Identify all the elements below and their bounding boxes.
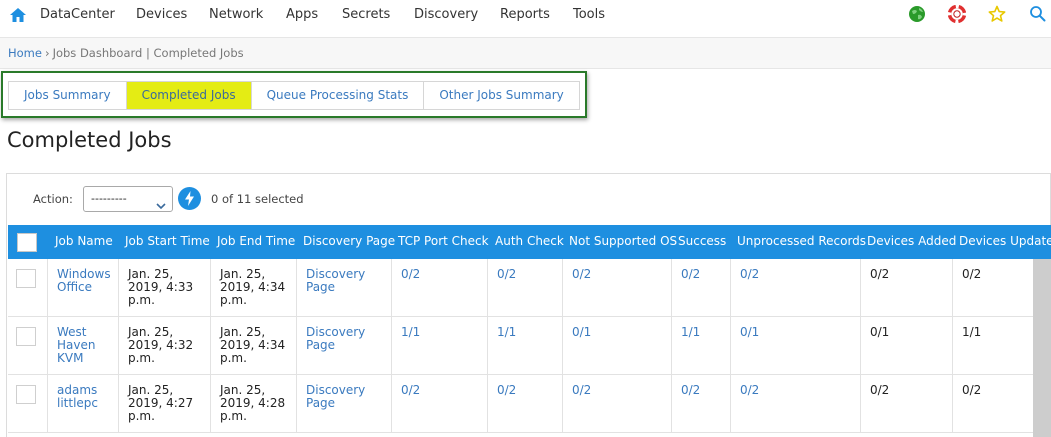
not-supported-value[interactable]: 0/2 <box>572 384 591 397</box>
nav-network[interactable]: Network <box>209 7 263 22</box>
job-name-link[interactable]: Windows Office <box>57 268 111 294</box>
start-time-cell: Jan. 25, 2019, 4:27 p.m. <box>119 375 211 433</box>
jobs-panel: Action: --------- 0 of 11 selected Job N… <box>6 173 1051 437</box>
nav-reports[interactable]: Reports <box>500 7 550 22</box>
run-action-button[interactable] <box>178 187 201 210</box>
devices-updated-value: 0/2 <box>962 383 982 397</box>
chevron-down-icon <box>156 195 166 210</box>
success-value[interactable]: 0/2 <box>681 384 700 397</box>
auth-check-value[interactable]: 0/2 <box>497 384 516 397</box>
devices-updated-value: 0/2 <box>962 267 982 281</box>
discovery-page-link[interactable]: Discovery Page <box>306 268 365 294</box>
auth-check-value[interactable]: 0/2 <box>497 268 516 281</box>
top-navbar: DataCenter Devices Network Apps Secrets … <box>0 0 1051 31</box>
selection-status: 0 of 11 selected <box>211 192 304 206</box>
action-label: Action: <box>33 192 73 206</box>
tab-completed-jobs[interactable]: Completed Jobs <box>126 82 252 109</box>
action-select[interactable]: --------- <box>83 186 173 212</box>
star-icon[interactable] <box>988 5 1006 23</box>
end-time-cell: Jan. 25, 2019, 4:28 p.m. <box>211 375 297 433</box>
col-tcp-port-check[interactable]: TCP Port Check <box>398 234 489 248</box>
col-discovery-page[interactable]: Discovery Page <box>303 234 395 248</box>
col-devices-added[interactable]: Devices Added <box>867 234 956 248</box>
devices-added-value: 0/2 <box>870 383 890 397</box>
col-auth-check[interactable]: Auth Check <box>495 234 564 248</box>
lifebuoy-icon[interactable] <box>947 4 967 24</box>
discovery-page-cell: Discovery Page <box>297 375 392 433</box>
col-not-supported-os[interactable]: Not Supported OS <box>569 234 677 248</box>
nav-secrets[interactable]: Secrets <box>342 7 390 22</box>
tab-other-jobs-summary[interactable]: Other Jobs Summary <box>424 82 578 109</box>
start-time-cell: Jan. 25, 2019, 4:33 p.m. <box>119 259 211 317</box>
end-time-cell: Jan. 25, 2019, 4:34 p.m. <box>211 259 297 317</box>
start-time-cell: Jan. 25, 2019, 4:32 p.m. <box>119 317 211 375</box>
unprocessed-value[interactable]: 0/2 <box>740 384 759 397</box>
success-value[interactable]: 0/2 <box>681 268 700 281</box>
not-supported-value[interactable]: 0/1 <box>572 326 591 339</box>
table-row[interactable]: Windows Office Jan. 25, 2019, 4:33 p.m. Jan… <box>8 259 1051 317</box>
search-icon[interactable] <box>1029 5 1047 23</box>
breadcrumb-separator: › <box>44 46 50 60</box>
col-job-start-time[interactable]: Job Start Time <box>125 234 210 248</box>
discovery-page-link[interactable]: Discovery Page <box>306 326 365 352</box>
select-all-checkbox[interactable] <box>17 233 37 252</box>
not-supported-value[interactable]: 0/2 <box>572 268 591 281</box>
row-checkbox-cell <box>8 259 48 317</box>
breadcrumb-bar: Home › Jobs Dashboard | Completed Jobs <box>0 37 1051 69</box>
job-name-cell: adams littlepc <box>48 375 119 433</box>
tab-jobs-summary[interactable]: Jobs Summary <box>9 82 127 109</box>
page-title: Completed Jobs <box>7 128 172 152</box>
tab-bar: Jobs Summary Completed Jobs Queue Proces… <box>8 81 580 110</box>
job-name-cell: Windows Office <box>48 259 119 317</box>
breadcrumb-home-link[interactable]: Home <box>8 46 42 60</box>
nav-tools[interactable]: Tools <box>573 7 605 22</box>
col-job-end-time[interactable]: Job End Time <box>217 234 295 248</box>
table-header: Job Name Job Start Time Job End Time Dis… <box>8 225 1051 259</box>
row-checkbox-cell <box>8 317 48 375</box>
devices-added-value: 0/1 <box>870 325 890 339</box>
lightning-icon <box>185 191 194 206</box>
row-checkbox-cell <box>8 375 48 433</box>
breadcrumb: Home › Jobs Dashboard | Completed Jobs <box>8 46 244 60</box>
table-row[interactable]: adams littlepc Jan. 25, 2019, 4:27 p.m. Jan… <box>8 375 1051 433</box>
tabs-highlight-box: Jobs Summary Completed Jobs Queue Proces… <box>1 71 587 118</box>
end-time-cell: Jan. 25, 2019, 4:34 p.m. <box>211 317 297 375</box>
job-name-cell: West Haven KVM <box>48 317 119 375</box>
discovery-page-cell: Discovery Page <box>297 317 392 375</box>
globe-icon[interactable] <box>908 5 926 23</box>
nav-apps[interactable]: Apps <box>286 7 318 22</box>
row-checkbox[interactable] <box>16 385 36 404</box>
tcp-port-check-value[interactable]: 0/2 <box>401 384 420 397</box>
col-job-name[interactable]: Job Name <box>55 234 113 248</box>
nav-devices[interactable]: Devices <box>136 7 187 22</box>
action-select-value: --------- <box>91 192 127 205</box>
job-name-link[interactable]: adams littlepc <box>57 384 98 410</box>
home-icon[interactable] <box>9 6 27 24</box>
nav-datacenter[interactable]: DataCenter <box>40 7 115 22</box>
tcp-port-check-value[interactable]: 1/1 <box>401 326 420 339</box>
row-checkbox[interactable] <box>16 327 36 346</box>
row-checkbox[interactable] <box>16 269 36 288</box>
nav-discovery[interactable]: Discovery <box>414 7 478 22</box>
devices-updated-value: 1/1 <box>962 325 982 339</box>
vertical-scrollbar[interactable] <box>1033 259 1051 437</box>
col-success[interactable]: Success <box>678 234 726 248</box>
devices-added-value: 0/2 <box>870 267 890 281</box>
unprocessed-value[interactable]: 0/1 <box>740 326 759 339</box>
auth-check-value[interactable]: 1/1 <box>497 326 516 339</box>
col-unprocessed-records[interactable]: Unprocessed Records <box>737 234 866 248</box>
success-value[interactable]: 1/1 <box>681 326 700 339</box>
discovery-page-cell: Discovery Page <box>297 259 392 317</box>
tab-queue-processing-stats[interactable]: Queue Processing Stats <box>252 82 425 109</box>
table-row[interactable]: West Haven KVM Jan. 25, 2019, 4:32 p.m. Jan.… <box>8 317 1051 375</box>
tcp-port-check-value[interactable]: 0/2 <box>401 268 420 281</box>
col-devices-updated[interactable]: Devices Updated <box>959 234 1051 248</box>
discovery-page-link[interactable]: Discovery Page <box>306 384 365 410</box>
breadcrumb-trail: Jobs Dashboard | Completed Jobs <box>52 46 244 60</box>
unprocessed-value[interactable]: 0/2 <box>740 268 759 281</box>
job-name-link[interactable]: West Haven KVM <box>57 326 95 365</box>
